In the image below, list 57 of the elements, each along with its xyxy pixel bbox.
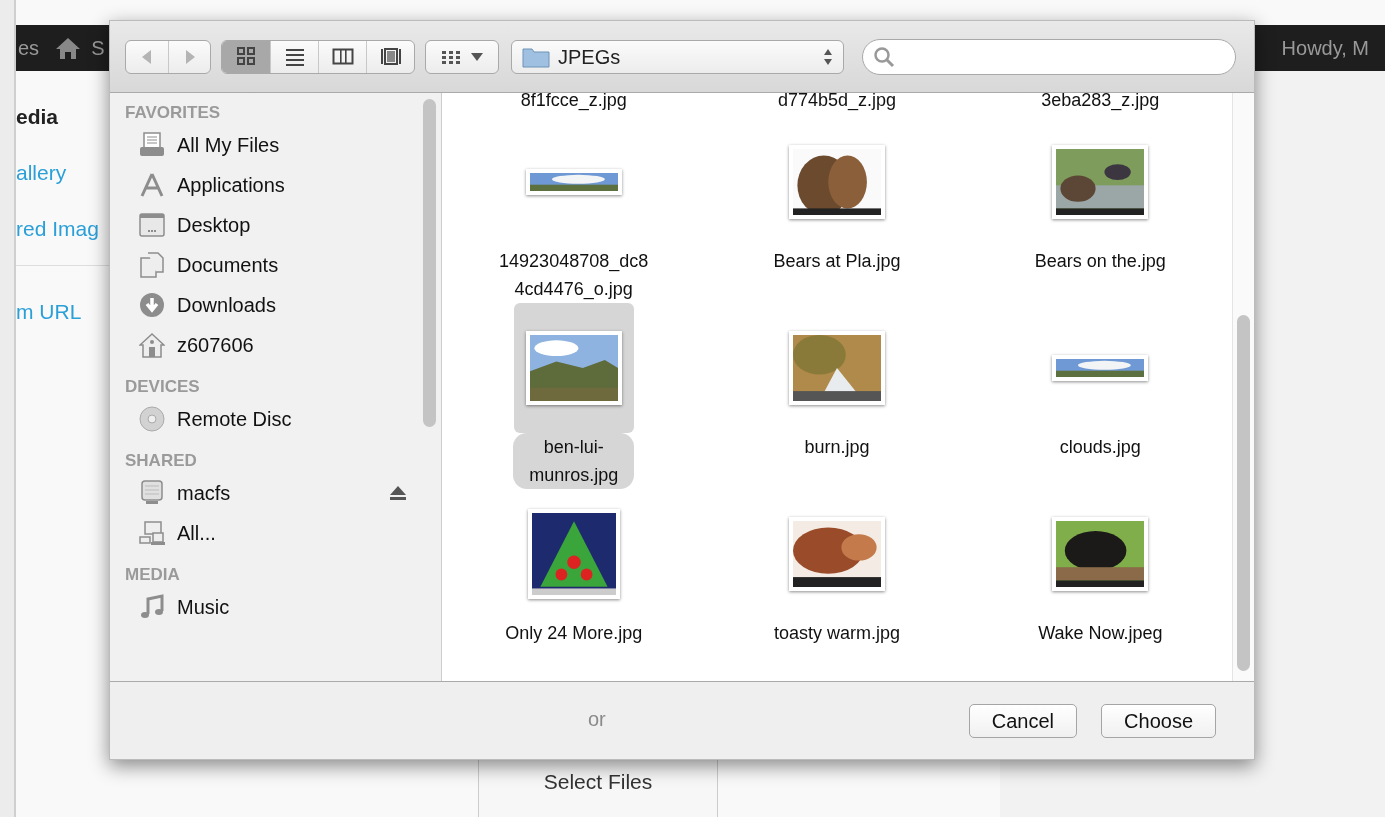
eject-icon[interactable] <box>389 485 407 501</box>
file-name: 3eba283_z.jpg <box>1040 93 1161 109</box>
greeting-text[interactable]: Howdy, M <box>1281 33 1369 63</box>
file-name: 8f1fcce_z.jpg <box>519 93 628 109</box>
search-icon <box>873 45 895 68</box>
file-name[interactable]: burn.jpg <box>788 433 886 461</box>
home-icon <box>139 332 165 358</box>
section-header: DEVICES <box>124 376 201 398</box>
file-name: d774b5d_z.jpg <box>776 93 898 109</box>
file-tray-icon <box>139 132 165 158</box>
download-icon <box>139 292 165 318</box>
sidebar-item[interactable]: Downloads <box>110 285 419 325</box>
grid-icon <box>441 48 461 65</box>
file-name[interactable]: Only 24 More.jpg <box>489 619 659 647</box>
file-name[interactable]: ben-lui- munros.jpg <box>513 433 635 489</box>
admin-menu-text[interactable]: es <box>18 33 40 63</box>
menu-heading: edia <box>16 105 59 128</box>
view-mode-button[interactable] <box>222 40 270 73</box>
scrollbar-thumb[interactable] <box>1237 315 1250 671</box>
separator-text: or <box>588 707 606 732</box>
file-name[interactable]: Bears at Pla.jpg <box>757 247 917 275</box>
file-name[interactable]: toasty warm.jpg <box>757 619 916 647</box>
dialog-button[interactable]: Cancel <box>968 703 1078 738</box>
file-name[interactable]: clouds.jpg <box>1043 433 1157 461</box>
music-note-icon <box>139 594 165 620</box>
file-name[interactable]: Wake Now.jpeg <box>1022 619 1179 647</box>
file-name[interactable]: 14923048708_dc8 4cd4476_o.jpg <box>483 247 665 303</box>
network-computers-icon <box>139 520 165 546</box>
view-mode-control[interactable] <box>221 39 415 74</box>
scrollbar-thumb[interactable] <box>423 99 436 427</box>
path-popup[interactable]: JPEGs <box>511 39 844 74</box>
file-name[interactable]: Bears on the.jpg <box>1018 247 1182 275</box>
section-header: MEDIA <box>124 564 181 586</box>
section-header: SHARED <box>124 450 198 472</box>
icon-view-icon <box>235 45 257 68</box>
monitor-icon <box>139 480 165 506</box>
sidebar-item[interactable]: Applications <box>110 165 419 205</box>
desktop-icon <box>139 212 165 238</box>
sidebar-item[interactable]: macfs <box>110 473 419 513</box>
sidebar-item[interactable]: z607606 <box>110 325 419 365</box>
sidebar-item[interactable]: Music <box>110 587 419 627</box>
disc-icon <box>139 406 165 432</box>
sidebar-item[interactable]: Remote Disc <box>110 399 419 439</box>
search-field[interactable] <box>862 38 1236 75</box>
sidebar-item[interactable]: Documents <box>110 245 419 285</box>
sidebar-item[interactable]: All... <box>110 513 419 553</box>
updown-icon <box>823 47 833 66</box>
section-header: FAVORITES <box>124 102 222 124</box>
site-name[interactable]: S <box>91 33 105 63</box>
dialog-button[interactable]: Choose <box>1101 703 1216 738</box>
sidebar-item[interactable]: Desktop <box>110 205 419 245</box>
documents-icon <box>139 252 165 278</box>
caret-icon <box>471 52 483 61</box>
home-icon[interactable] <box>55 36 82 60</box>
sidebar-item[interactable]: All My Files <box>110 125 419 165</box>
folder-icon <box>522 45 550 68</box>
cover-flow-icon <box>379 45 402 68</box>
